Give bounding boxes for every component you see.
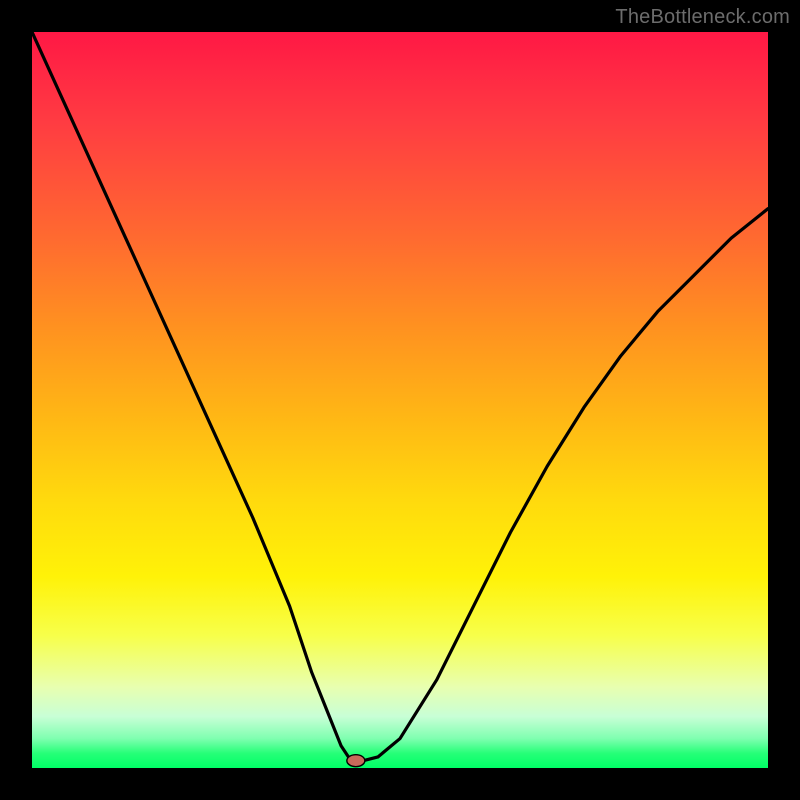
watermark-text: TheBottleneck.com: [615, 6, 790, 29]
outer-frame: TheBottleneck.com: [0, 0, 800, 800]
plot-area: [32, 32, 768, 768]
bottleneck-curve-svg: [32, 32, 768, 768]
minimum-marker: [347, 755, 365, 767]
bottleneck-curve: [32, 32, 768, 761]
